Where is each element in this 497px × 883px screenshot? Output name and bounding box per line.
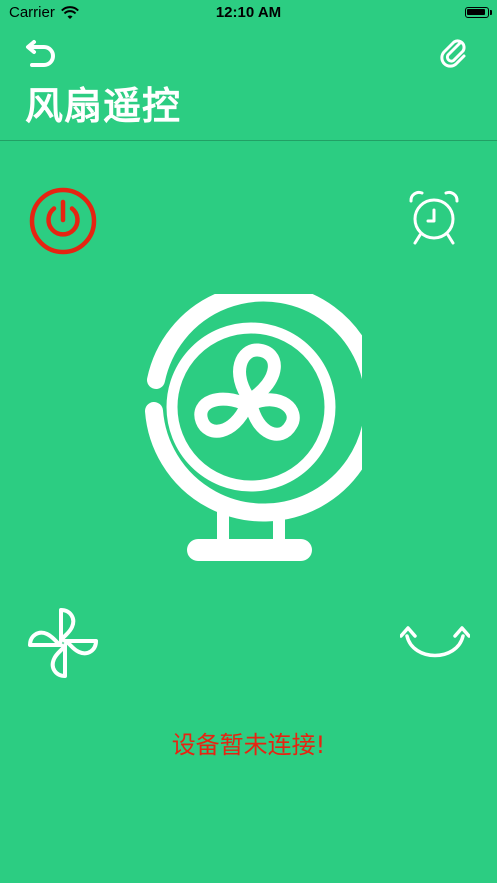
timer-icon[interactable] bbox=[405, 188, 463, 248]
fan-icon bbox=[145, 294, 362, 561]
page-title: 风扇遥控 bbox=[25, 84, 182, 128]
connection-status: 设备暂未连接! bbox=[171, 731, 326, 759]
status-bar: Carrier 12:10 AM bbox=[0, 0, 497, 28]
battery-icon bbox=[465, 7, 492, 18]
attach-icon[interactable] bbox=[436, 34, 472, 70]
wind-mode-icon[interactable] bbox=[26, 606, 100, 680]
back-icon[interactable] bbox=[24, 34, 60, 70]
battery-fill bbox=[467, 9, 485, 15]
clock: 12:10 AM bbox=[215, 4, 282, 21]
navigation-bar: 风扇遥控 bbox=[0, 28, 497, 141]
swing-icon[interactable] bbox=[400, 622, 470, 668]
power-button[interactable] bbox=[28, 186, 98, 256]
